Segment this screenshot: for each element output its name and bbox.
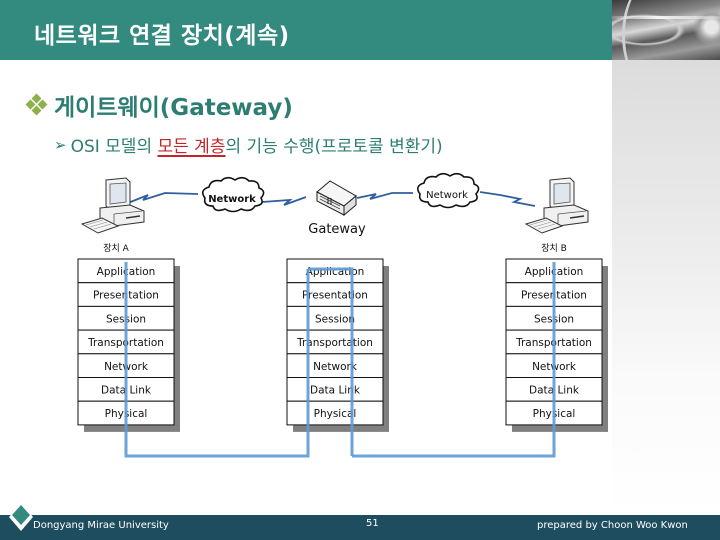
gateway-device-icon <box>316 180 357 217</box>
osi-stack-device-a: ApplicationPresentationSessionTransporta… <box>77 258 180 432</box>
osi-layer-label-session: Session <box>315 313 355 325</box>
footer-university-name: Dongyang Mirae University <box>33 520 169 531</box>
link-gateway-to-cloud <box>356 192 413 200</box>
link-cloud-to-device-b <box>479 191 536 207</box>
device-b-label: 장치 B <box>541 242 567 254</box>
osi-layer-label-physical: Physical <box>314 408 357 420</box>
cloud-left-label: Network <box>208 194 256 205</box>
network-cloud-left: Network <box>201 176 265 213</box>
device-a-label: 장치 A <box>103 242 129 254</box>
computer-device-b-icon <box>525 177 589 234</box>
computer-device-a-icon <box>81 177 145 234</box>
osi-stacks: ApplicationPresentationSessionTransporta… <box>77 258 608 432</box>
gateway-osi-diagram: Network Network 장치 A 장치 B Gateway Applic… <box>77 172 608 458</box>
cloud-right-label: Network <box>426 190 468 201</box>
link-cloud-to-gateway <box>261 196 307 206</box>
gateway-label: Gateway <box>308 222 366 237</box>
osi-layer-label-presentation: Presentation <box>302 290 368 302</box>
footer-author: prepared by Choon Woo Kwon <box>537 520 688 531</box>
osi-stack-gateway: ApplicationPresentationSessionTransporta… <box>286 258 389 432</box>
network-cloud-right: Network <box>416 172 480 209</box>
link-device-a-to-cloud <box>127 192 199 204</box>
university-diamond-logo-icon <box>9 503 33 531</box>
footer-page-number: 51 <box>366 518 379 529</box>
osi-stack-device-b: ApplicationPresentationSessionTransporta… <box>505 258 608 432</box>
